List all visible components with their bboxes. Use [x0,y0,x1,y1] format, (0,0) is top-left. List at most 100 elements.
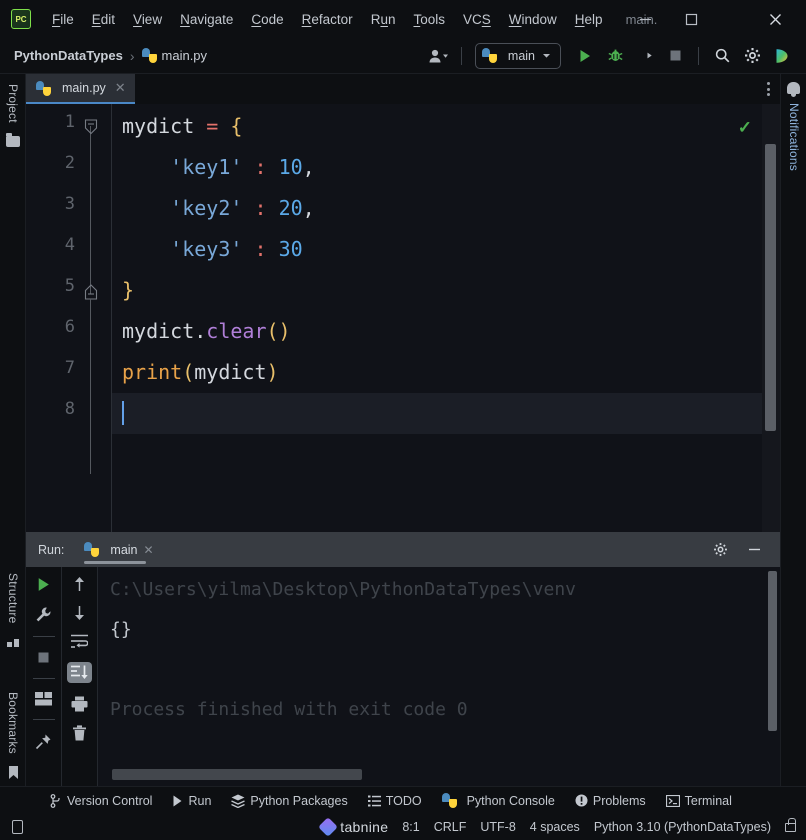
code-text-area[interactable]: mydict = { 'key1' : 10, 'key2' : 20, 'ke… [112,104,780,532]
bottom-tab-todo[interactable]: TODO [358,787,432,815]
menu-item-window[interactable]: Window [500,9,566,30]
editor-tab-main-py[interactable]: main.py ✕ [26,74,135,104]
arrow-up-icon[interactable] [72,576,87,592]
run-triangle-icon[interactable] [35,576,52,593]
lock-icon[interactable] [785,817,796,832]
hide-panel-button[interactable] [740,537,768,563]
console-hscrollbar-thumb[interactable] [112,769,362,780]
menu-item-view[interactable]: View [124,9,171,30]
layout-icon[interactable] [35,692,52,706]
code-token: 'key1' [170,155,243,179]
file-encoding[interactable]: UTF-8 [480,820,515,834]
run-button[interactable] [571,43,599,69]
trash-icon[interactable] [72,725,87,741]
menu-item-file[interactable]: File [43,9,83,30]
bottom-tab-problems[interactable]: Problems [565,787,656,815]
search-everywhere-button[interactable] [708,43,736,69]
code-token: () [266,319,291,343]
run-settings-button[interactable] [706,537,734,563]
show-tool-windows-icon[interactable] [12,820,23,834]
line-separator[interactable]: CRLF [434,820,467,834]
ai-assistant-button[interactable] [768,43,796,69]
bottom-tab-run[interactable]: Run [162,787,221,815]
breadcrumb-file[interactable]: main.py [162,48,208,63]
python-interpreter[interactable]: Python 3.10 (PythonDataTypes) [594,820,771,834]
close-button[interactable] [752,0,798,38]
run-side-toolbar-secondary [62,567,98,786]
console-vscrollbar-thumb[interactable] [768,571,777,731]
console-line: C:\Users\yilma\Desktop\PythonDataTypes\v… [110,579,576,600]
user-account-icon[interactable] [424,43,452,69]
run-tab-label: main [110,542,138,557]
menu-item-refactor[interactable]: Refactor [293,9,362,30]
bottom-tab-label: Python Packages [250,793,348,808]
console-output[interactable]: C:\Users\yilma\Desktop\PythonDataTypes\v… [98,567,780,786]
search-icon [715,48,729,63]
problems-icon [575,794,588,807]
breadcrumb-project[interactable]: PythonDataTypes [14,48,123,63]
menu-item-help[interactable]: Help [566,9,612,30]
code-line[interactable] [112,393,124,434]
run-with-coverage-button[interactable] [631,43,659,69]
coverage-icon [638,48,652,63]
menu-item-edit[interactable]: Edit [83,9,124,30]
editor-gutter[interactable]: 1 2 3 4 5 6 7 8 [26,104,112,532]
pin-icon[interactable] [35,733,52,750]
wrench-icon[interactable] [35,606,52,623]
close-icon[interactable]: ✕ [144,543,154,557]
code-line[interactable]: 'key2' : 20, [112,188,315,229]
scroll-to-end-icon[interactable] [71,665,88,680]
code-line[interactable]: mydict.clear() [112,311,291,352]
fold-marker-close[interactable] [84,284,98,300]
code-line[interactable]: print(mydict) [112,352,279,393]
code-token: mydict [194,360,267,384]
caret-position[interactable]: 8:1 [402,820,419,834]
code-line[interactable]: } [112,270,134,311]
run-tab-main[interactable]: main ✕ [76,532,161,567]
inspection-status-badge[interactable]: ✓ [738,118,752,138]
tabnine-status-item[interactable]: tabnine [318,817,388,837]
settings-button[interactable] [738,43,766,69]
code-line[interactable]: 'key3' : 30 [112,229,302,270]
bottom-tab-python-packages[interactable]: Python Packages [221,787,357,815]
toolbar-actions: main [424,42,806,69]
console-line: Process finished with exit code 0 [110,699,468,720]
bottom-tab-version-control[interactable]: Version Control [40,787,162,815]
bottom-tab-label: Terminal [684,793,732,808]
close-icon[interactable]: ✕ [115,80,126,96]
vertical-dots-icon[interactable] [767,82,770,96]
soft-wrap-icon[interactable] [71,634,88,649]
branch-icon [50,793,60,808]
code-token: ) [266,360,279,384]
sidebar-item-structure[interactable]: Structure [6,567,20,630]
run-configuration-selector[interactable]: main [474,42,561,69]
maximize-button[interactable] [668,0,714,38]
debug-button[interactable] [601,43,629,69]
indent-setting[interactable]: 4 spaces [530,820,580,834]
menu-item-navigate[interactable]: Navigate [171,9,242,30]
bottom-tab-python-console[interactable]: Python Console [432,787,565,815]
line-number: 6 [64,317,75,337]
menu-item-code[interactable]: Code [242,9,292,30]
fold-region-line-2 [90,299,91,474]
fold-marker-open[interactable] [84,119,98,135]
print-icon[interactable] [71,696,88,712]
code-line[interactable]: mydict = { [112,106,242,147]
sidebar-item-bookmarks[interactable]: Bookmarks [6,686,20,760]
menu-item-run[interactable]: Run [362,9,405,30]
code-editor[interactable]: 1 2 3 4 5 6 7 8 mydict = { 'key1' : 10, 'key2' … [26,104,780,532]
arrow-down-icon[interactable] [72,605,87,621]
sidebar-item-notifications[interactable]: Notifications [787,97,801,177]
main-toolbar: PythonDataTypes › main.py main [0,38,806,74]
editor-scrollbar-thumb[interactable] [765,144,776,431]
bottom-tab-terminal[interactable]: Terminal [656,787,742,815]
code-line[interactable]: 'key1' : 10, [112,147,315,188]
minimize-button[interactable] [622,0,668,38]
stop-square-icon[interactable] [36,650,51,665]
editor-tab-label: main.py [62,81,106,95]
menu-item-tools[interactable]: Tools [404,9,454,30]
sidebar-item-project[interactable]: Project [6,78,20,129]
menu-item-vcs[interactable]: VCS [454,9,500,30]
stop-button[interactable] [661,43,689,69]
